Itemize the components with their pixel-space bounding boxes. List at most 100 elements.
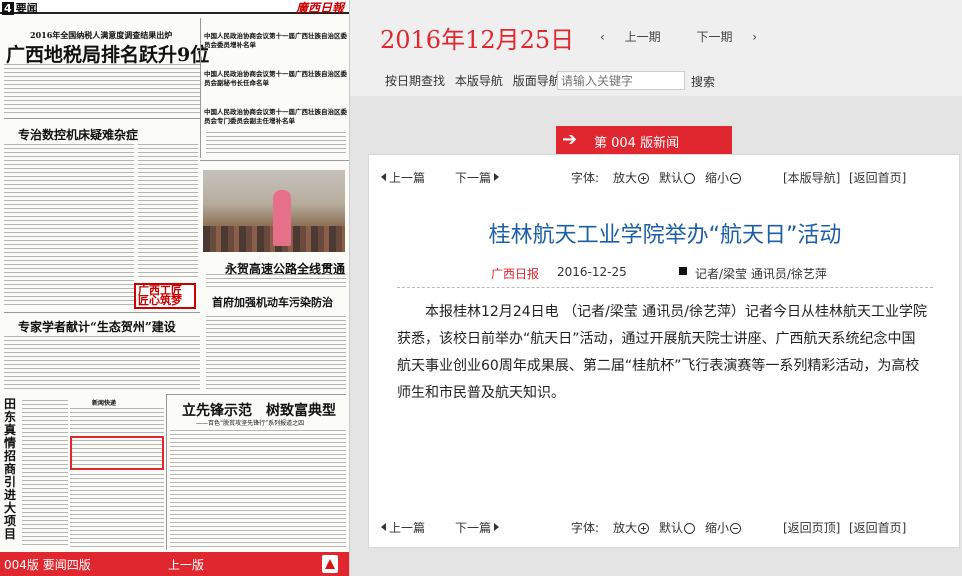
- newspaper-page-image[interactable]: 4 要闻 廣西日報 2016年全国纳税人满意度调查结果出炉 广西地税局排名跃升9位…: [0, 0, 349, 552]
- circle-icon: [684, 173, 696, 184]
- next-article-link[interactable]: 下一篇: [455, 169, 500, 186]
- paper-rule: [200, 18, 201, 158]
- triangle-left-icon: [381, 173, 386, 181]
- article-source: 广西日报: [491, 267, 540, 281]
- paper-rule: [166, 394, 346, 395]
- paper-rule: [166, 394, 167, 550]
- prev-article-label: 上一篇: [389, 171, 426, 185]
- paper-vertical-headline: 田东真情招商引进大项目: [4, 397, 17, 541]
- font-default-button-bottom[interactable]: 默认: [659, 519, 696, 536]
- meta-divider: [397, 287, 933, 288]
- paper-text-block: [138, 144, 198, 278]
- paper-masthead-logo: 廣西日報: [295, 1, 344, 15]
- page-nav-link[interactable]: 本版导航: [455, 74, 503, 88]
- next-article-link-bottom[interactable]: 下一篇: [455, 519, 500, 536]
- paper-craftsman-stamp: 广西工匠 匠心筑梦: [134, 283, 196, 309]
- photo-performer: [273, 190, 291, 246]
- article-body: 本报桂林12月24日电 （记者/梁莹 通讯员/徐艺萍）记者今日从桂林航天工业学院…: [397, 304, 927, 401]
- paper-notice-1: 中国人民政治协商会议第十一届广西壮族自治区委员会委员增补名单: [204, 32, 347, 49]
- current-article-highlight[interactable]: [70, 436, 164, 470]
- minus-circle-icon: [730, 173, 742, 184]
- chevron-right-icon: ›: [748, 30, 758, 44]
- paper-text-block: [206, 132, 346, 156]
- next-issue-label: 下一期: [696, 30, 733, 44]
- article-bottom-toolbar: 上一篇 下一篇 字体: 放大 默认 缩小 [返回页顶] [返回首页]: [381, 519, 949, 537]
- paper-rule: [4, 118, 200, 119]
- page-tab: ➔ 第 004 版新闻: [556, 126, 732, 154]
- paper-text-block: [206, 274, 346, 290]
- paper-section-name: 要闻: [15, 2, 38, 15]
- paper-rule: [4, 312, 200, 313]
- home-bracket-link[interactable]: [返回首页]: [849, 169, 906, 186]
- plus-circle-icon: [638, 523, 650, 534]
- home-bracket-link-bottom[interactable]: [返回首页]: [849, 519, 906, 536]
- chevron-left-icon: ‹: [600, 30, 609, 44]
- font-bigger-button-bottom[interactable]: 放大: [613, 519, 650, 536]
- square-bullet-icon: [679, 267, 687, 275]
- page-nav-bracket-link[interactable]: [本版导航]: [783, 169, 840, 186]
- font-size-label: 字体:: [571, 171, 600, 185]
- font-smaller-label: 缩小: [705, 171, 730, 185]
- page-tab-label: 第 004 版新闻: [594, 136, 680, 151]
- paper-model-headline: 立先锋示范 树致富典型: [182, 403, 336, 419]
- newspaper-page-thumbnail[interactable]: 4 要闻 廣西日報 2016年全国纳税人满意度调查结果出炉 广西地税局排名跃升9位…: [0, 0, 350, 576]
- paper-text-block: [206, 316, 346, 390]
- paper-main-headline: 广西地税局排名跃升9位: [6, 44, 210, 66]
- paper-briefs-label: 新闻快递: [92, 400, 117, 407]
- paper-footer-bar: 004版 要闻四版 上一版: [0, 552, 349, 576]
- paper-notice-2: 中国人民政治协商会议第十一届广西壮族自治区委员会副秘书长任命名单: [204, 70, 347, 87]
- minus-circle-icon: [730, 523, 742, 534]
- plus-circle-icon: [638, 173, 650, 184]
- font-bigger-label: 放大: [613, 521, 638, 535]
- font-bigger-button[interactable]: 放大: [613, 169, 650, 186]
- issue-date: 2016年12月25日: [380, 26, 575, 54]
- font-smaller-label: 缩小: [705, 521, 730, 535]
- pdf-icon[interactable]: [322, 555, 338, 573]
- next-article-label: 下一篇: [455, 521, 492, 535]
- paper-text-block: [70, 408, 164, 434]
- prev-article-link[interactable]: 上一篇: [381, 169, 425, 186]
- paper-model-subtitle: ——百色“脱贫攻坚先锋行”系列报道之四: [196, 420, 305, 427]
- paper-notice-3: 中国人民政治协商会议第十一届广西壮族自治区委员会专门委员会副主任增补名单: [204, 108, 347, 125]
- arrow-right-icon: ➔: [562, 129, 578, 150]
- article-top-toolbar: 上一篇 下一篇 字体: 放大 默认 缩小 [本版导航] [返回首页]: [381, 169, 949, 187]
- paper-page-header: 4 要闻 廣西日報: [0, 0, 349, 16]
- issue-navigation: ‹ 上一期 下一期 ›: [600, 28, 789, 45]
- paper-text-block: [170, 430, 346, 548]
- search-button[interactable]: 搜索: [691, 73, 715, 90]
- prev-article-link-bottom[interactable]: 上一篇: [381, 519, 425, 536]
- paper-pollution-headline: 首府加强机动车污染防治: [212, 296, 333, 309]
- paper-text-block: [70, 474, 164, 548]
- search-nav-row: 按日期查找 本版导航 版面导航: [385, 72, 567, 89]
- edition-label: 004版 要闻四版: [4, 558, 91, 572]
- article-date: 2016-12-25: [557, 265, 627, 279]
- article-author: 记者/梁莹 通讯员/徐艺萍: [695, 267, 827, 281]
- next-issue-link[interactable]: 下一期 ›: [696, 30, 773, 44]
- layout-nav-link[interactable]: 版面导航: [513, 74, 561, 88]
- circle-icon: [684, 523, 696, 534]
- paper-rule: [200, 160, 349, 161]
- next-article-label: 下一篇: [455, 171, 492, 185]
- paper-text-block: [4, 64, 200, 116]
- font-size-label: 字体:: [571, 521, 600, 535]
- prev-issue-label: 上一期: [624, 30, 661, 44]
- search-input[interactable]: [557, 71, 685, 90]
- triangle-right-icon: [494, 523, 500, 531]
- paper-text-block: [4, 144, 134, 308]
- paper-news-photo: [203, 170, 345, 252]
- font-smaller-button[interactable]: 缩小: [705, 169, 742, 186]
- font-smaller-button-bottom[interactable]: 缩小: [705, 519, 742, 536]
- prev-issue-link[interactable]: ‹ 上一期: [600, 30, 677, 44]
- search-by-date-link[interactable]: 按日期查找: [385, 74, 445, 88]
- prev-article-label: 上一篇: [389, 521, 426, 535]
- font-default-button[interactable]: 默认: [659, 169, 696, 186]
- paper-section-number: 4: [2, 2, 14, 15]
- prev-page-link[interactable]: 上一版: [168, 556, 204, 573]
- paper-text-block: [4, 336, 200, 392]
- article-panel: 上一篇 下一篇 字体: 放大 默认 缩小 [本版导航] [返回首页] 桂林航天工…: [368, 154, 960, 548]
- paper-experts-headline: 专家学者献计“生态贺州”建设: [18, 320, 176, 334]
- back-to-top-link[interactable]: [返回页顶]: [783, 519, 840, 536]
- font-bigger-label: 放大: [613, 171, 638, 185]
- paper-section-label: 4 要闻: [2, 0, 38, 16]
- font-default-label: 默认: [659, 521, 684, 535]
